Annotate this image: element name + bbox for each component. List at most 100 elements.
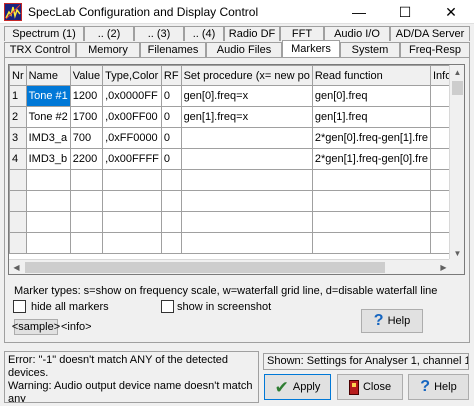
- row-number: [9, 190, 27, 212]
- table-cell[interactable]: 1700: [69, 106, 104, 128]
- messages-box[interactable]: Error: "-1" doesn't match ANY of the det…: [4, 351, 259, 403]
- apply-button-label: Apply: [292, 381, 321, 393]
- table-cell[interactable]: [102, 232, 162, 254]
- table-cell[interactable]: [180, 190, 313, 212]
- table-cell[interactable]: [25, 211, 71, 233]
- table-cell[interactable]: [160, 169, 182, 191]
- table-cell[interactable]: [311, 169, 431, 191]
- column-header[interactable]: RF: [160, 65, 182, 86]
- tab-spectrum-1[interactable]: Spectrum (1): [4, 26, 84, 41]
- table-cell[interactable]: gen[1].freq=x: [180, 106, 313, 128]
- row-number: 4: [9, 148, 27, 170]
- table-cell[interactable]: gen[0].freq=x: [180, 85, 313, 107]
- table-cell[interactable]: gen[1].freq: [311, 106, 431, 128]
- table-cell[interactable]: [160, 211, 182, 233]
- table-cell[interactable]: IMD3_a: [25, 127, 71, 149]
- show-in-screenshot-checkbox[interactable]: [161, 300, 174, 313]
- table-cell[interactable]: gen[0].freq: [311, 85, 431, 107]
- tab-memory[interactable]: Memory: [76, 42, 140, 57]
- table-cell[interactable]: [311, 232, 431, 254]
- table-cell[interactable]: [69, 169, 104, 191]
- table-cell[interactable]: [180, 169, 313, 191]
- tab-audio-files[interactable]: Audio Files: [206, 42, 282, 57]
- checkmark-icon: ✔: [274, 377, 289, 397]
- table-cell[interactable]: [180, 211, 313, 233]
- table-cell[interactable]: 2*gen[1].freq-gen[0].fre: [311, 148, 431, 170]
- help-button[interactable]: ? Help: [408, 374, 469, 400]
- table-cell[interactable]: [102, 211, 162, 233]
- vertical-scroll-thumb[interactable]: [452, 81, 463, 95]
- table-cell[interactable]: [311, 211, 431, 233]
- table-row: [9, 190, 464, 212]
- tab-spectrum-4[interactable]: .. (4): [184, 26, 224, 41]
- table-cell[interactable]: ,0x00FFFF: [102, 148, 162, 170]
- tab-trx-control[interactable]: TRX Control: [4, 42, 76, 57]
- table-cell[interactable]: [180, 232, 313, 254]
- horizontal-scroll-thumb[interactable]: [25, 262, 385, 273]
- column-header[interactable]: Nr: [9, 65, 27, 86]
- table-cell[interactable]: Tone #1: [25, 85, 71, 107]
- table-cell[interactable]: 0: [160, 148, 182, 170]
- table-row: [9, 232, 464, 254]
- table-cell[interactable]: [160, 190, 182, 212]
- door-exit-icon: [348, 379, 359, 395]
- table-cell[interactable]: [180, 127, 313, 149]
- tab-spectrum-3[interactable]: .. (3): [134, 26, 184, 41]
- tab-freq-resp[interactable]: Freq-Resp: [400, 42, 470, 57]
- table-cell[interactable]: [160, 232, 182, 254]
- column-header[interactable]: Value: [69, 65, 104, 86]
- markers-grid[interactable]: Nr Name Value Type,Color RF Set procedur…: [8, 64, 465, 275]
- minimize-button[interactable]: —: [336, 0, 382, 24]
- close-button[interactable]: Close: [337, 374, 403, 400]
- table-cell[interactable]: [102, 169, 162, 191]
- apply-button[interactable]: ✔ Apply: [264, 374, 331, 400]
- tab-filenames[interactable]: Filenames: [140, 42, 206, 57]
- table-cell[interactable]: [25, 232, 71, 254]
- grid-vertical-scrollbar[interactable]: ▲ ▼: [449, 65, 464, 261]
- scroll-left-arrow-icon[interactable]: ◀: [9, 260, 24, 274]
- speclab-app-icon[interactable]: [4, 3, 22, 21]
- message-line: devices.: [8, 367, 49, 379]
- tab-audio-io[interactable]: Audio I/O: [324, 26, 390, 41]
- tab-spectrum-2[interactable]: .. (2): [84, 26, 134, 41]
- table-cell[interactable]: IMD3_b: [25, 148, 71, 170]
- close-window-button[interactable]: ✕: [428, 0, 474, 24]
- table-cell[interactable]: Tone #2: [25, 106, 71, 128]
- maximize-button[interactable]: ☐: [382, 0, 428, 24]
- table-cell[interactable]: 1200: [69, 85, 104, 107]
- tab-fft[interactable]: FFT: [280, 26, 324, 41]
- table-cell[interactable]: ,0x0000FF: [102, 85, 162, 107]
- table-cell[interactable]: [25, 190, 71, 212]
- table-cell[interactable]: ,0x00FF00: [102, 106, 162, 128]
- table-cell[interactable]: 0: [160, 127, 182, 149]
- tab-ad-da-server[interactable]: AD/DA Server: [390, 26, 470, 41]
- table-cell[interactable]: 700: [69, 127, 104, 149]
- table-cell[interactable]: [180, 148, 313, 170]
- table-cell[interactable]: 2*gen[0].freq-gen[1].fre: [311, 127, 431, 149]
- table-cell[interactable]: [25, 169, 71, 191]
- hide-all-markers-checkbox[interactable]: [13, 300, 26, 313]
- tab-markers[interactable]: Markers: [282, 40, 340, 57]
- table-cell[interactable]: [69, 190, 104, 212]
- sample-button[interactable]: <sample>: [12, 319, 60, 335]
- scroll-up-arrow-icon[interactable]: ▲: [450, 65, 464, 80]
- table-cell[interactable]: [69, 232, 104, 254]
- table-cell[interactable]: [69, 211, 104, 233]
- table-row: 2 Tone #2 1700 ,0x00FF00 0 gen[1].freq=x…: [9, 106, 464, 128]
- table-cell[interactable]: 0: [160, 106, 182, 128]
- column-header[interactable]: Name: [25, 65, 71, 86]
- tab-radio-df[interactable]: Radio DF: [224, 26, 280, 41]
- column-header[interactable]: Set procedure (x= new po: [180, 65, 313, 86]
- scrollbar-corner: [449, 259, 464, 274]
- table-cell[interactable]: [102, 190, 162, 212]
- column-header[interactable]: Read function: [311, 65, 431, 86]
- tab-system[interactable]: System: [340, 42, 400, 57]
- grid-horizontal-scrollbar[interactable]: ◀ ▶: [9, 259, 451, 274]
- table-cell[interactable]: 0: [160, 85, 182, 107]
- markers-help-button[interactable]: ? Help: [361, 309, 423, 333]
- table-cell[interactable]: 2200: [69, 148, 104, 170]
- table-cell[interactable]: ,0xFF0000: [102, 127, 162, 149]
- table-cell[interactable]: [311, 190, 431, 212]
- row-number: 2: [9, 106, 27, 128]
- column-header[interactable]: Type,Color: [102, 65, 162, 86]
